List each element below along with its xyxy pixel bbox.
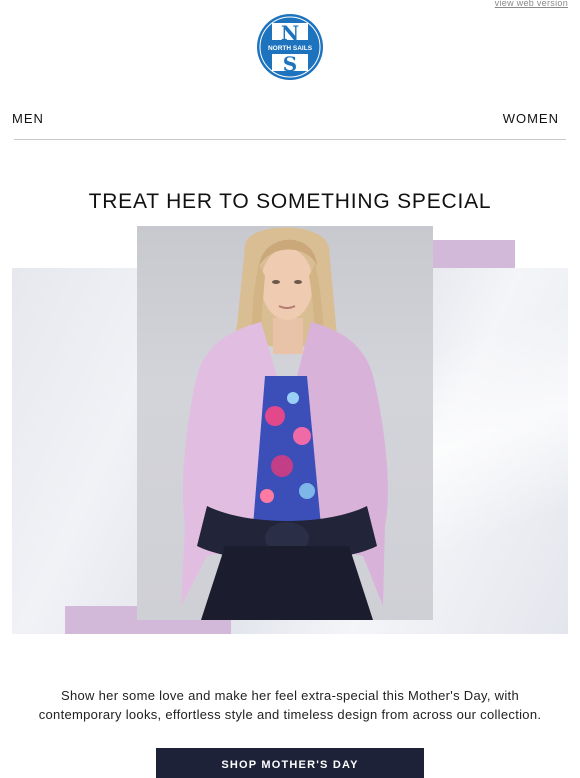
main-nav: MEN WOMEN: [12, 109, 559, 127]
hero-background-panel: [12, 268, 568, 634]
accent-block-bottom: [65, 606, 231, 634]
light-streak: [430, 268, 568, 634]
logo-s-letter: S: [283, 52, 297, 76]
logo-ring-text: NORTH SAILS: [268, 45, 313, 52]
view-web-version-link[interactable]: view web version: [495, 0, 568, 8]
north-sails-logo[interactable]: N NORTH SAILS S: [256, 13, 324, 81]
hero-model-photo[interactable]: [137, 226, 433, 620]
body-copy: Show her some love and make her feel ext…: [38, 688, 542, 722]
nav-divider: [14, 139, 566, 140]
model-illustration: [181, 227, 388, 620]
logo-n-letter: N: [281, 21, 299, 45]
nav-women[interactable]: WOMEN: [503, 111, 559, 126]
accent-block-top: [432, 240, 515, 268]
hero-headline: TREAT HER TO SOMETHING SPECIAL: [88, 190, 492, 214]
nav-men[interactable]: MEN: [12, 111, 44, 126]
